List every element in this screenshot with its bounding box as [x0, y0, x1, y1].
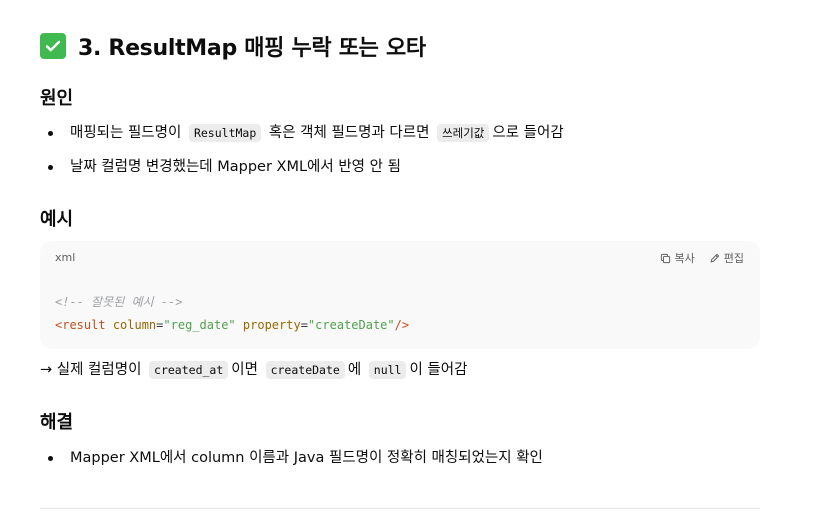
- bullet-text: 날짜 컬럼명 변경했는데 Mapper XML에서 반영 안 됨: [70, 159, 401, 175]
- bullet-text: 으로 들어감: [492, 125, 564, 141]
- inline-code: null: [368, 361, 407, 379]
- code-string: "createDate": [307, 318, 395, 332]
- pencil-icon: [710, 253, 719, 262]
- code-block: xml 복사 편집 <!-- 잘못된 예시 --> <result column…: [40, 241, 760, 349]
- list-item: 매핑되는 필드명이 ResultMap 혹은 객체 필드명과 다르면 쓰레기값 으…: [40, 116, 564, 150]
- code-actions: 복사 편집: [660, 250, 744, 266]
- bullet-text: 혹은 객체 필드명과 다르면: [268, 125, 430, 141]
- divider: [40, 508, 760, 509]
- code-content: <!-- 잘못된 예시 --> <result column="reg_date…: [55, 295, 410, 332]
- code-attr: property: [242, 318, 301, 332]
- copy-button[interactable]: 복사: [660, 250, 695, 266]
- list-item: Mapper XML에서 column 이름과 Java 필드명이 정확히 매칭…: [40, 441, 543, 475]
- note-text: → 실제 컬럼명이: [40, 362, 142, 378]
- note-text: 이면: [231, 362, 258, 378]
- solution-list: Mapper XML에서 column 이름과 Java 필드명이 정확히 매칭…: [40, 441, 543, 475]
- cause-heading: 원인: [40, 88, 74, 109]
- section-title: 3. ResultMap 매핑 누락 또는 오타: [40, 30, 426, 62]
- copy-label: 복사: [674, 252, 695, 265]
- code-tag-open: <result: [55, 318, 106, 332]
- check-mark-button-icon: [40, 33, 66, 59]
- edit-button[interactable]: 편집: [709, 250, 744, 266]
- code-language-label: xml: [55, 251, 76, 264]
- list-item: 날짜 컬럼명 변경했는데 Mapper XML에서 반영 안 됨: [40, 150, 564, 184]
- code-attr: column: [112, 318, 157, 332]
- example-heading: 예시: [40, 209, 74, 230]
- bullet-text: 매핑되는 필드명이: [70, 125, 182, 141]
- note-text: 이 들어감: [409, 362, 468, 378]
- inline-code: createDate: [265, 361, 345, 379]
- section-title-text: 3. ResultMap 매핑 누락 또는 오타: [78, 36, 426, 61]
- inline-code: ResultMap: [188, 124, 262, 142]
- edit-label: 편집: [723, 252, 744, 265]
- code-comment: <!-- 잘못된 예시 -->: [55, 295, 183, 309]
- bullet-text: Mapper XML에서 column 이름과 Java 필드명이 정확히 매칭…: [70, 450, 543, 466]
- code-string: "reg_date": [163, 318, 236, 332]
- example-note: → 실제 컬럼명이 created_at 이면 createDate 에 null 이…: [40, 356, 467, 384]
- inline-code: created_at: [149, 361, 229, 379]
- inline-code: 쓰레기값: [437, 124, 490, 142]
- cause-list: 매핑되는 필드명이 ResultMap 혹은 객체 필드명과 다르면 쓰레기값 으…: [40, 116, 564, 184]
- note-text: 에: [347, 362, 362, 378]
- solution-heading: 해결: [40, 412, 74, 433]
- copy-icon: [660, 253, 670, 263]
- code-tag-close: />: [394, 318, 410, 332]
